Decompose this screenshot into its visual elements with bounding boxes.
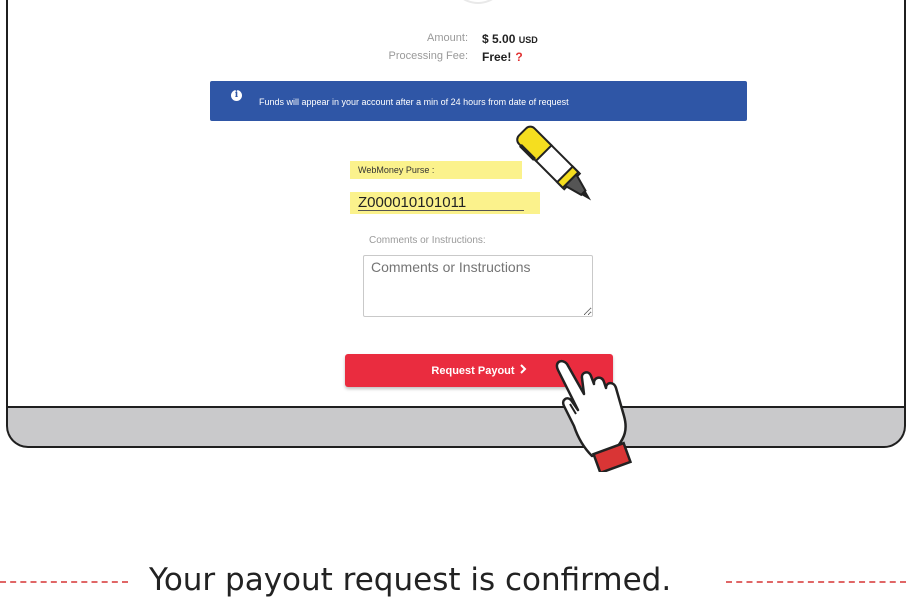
request-payout-label: Request Payout bbox=[431, 365, 515, 377]
comments-textarea[interactable] bbox=[363, 255, 593, 317]
webmoney-purse-value: Z000010101011 bbox=[358, 194, 467, 211]
amount-value: $ 5.00 USD bbox=[482, 32, 538, 46]
confirmation-caption: Your payout request is confirmed. bbox=[0, 560, 906, 600]
funds-notice-banner: i Funds will appear in your account afte… bbox=[210, 81, 747, 121]
currency-code: USD bbox=[518, 35, 538, 45]
fee-value: Free!? bbox=[482, 50, 523, 64]
confirmation-text: Your payout request is confirmed. bbox=[149, 562, 672, 598]
chevron-right-icon bbox=[519, 364, 527, 377]
funds-notice-text: Funds will appear in your account after … bbox=[259, 97, 569, 107]
field-underline bbox=[358, 210, 524, 211]
info-icon: i bbox=[231, 90, 242, 101]
fee-label: Processing Fee: bbox=[388, 50, 468, 62]
amount-label: Amount: bbox=[427, 32, 468, 44]
comments-label: Comments or Instructions: bbox=[369, 235, 486, 246]
caption-divider-left bbox=[0, 581, 128, 583]
caption-divider-right bbox=[726, 581, 906, 583]
fee-help-icon[interactable]: ? bbox=[515, 50, 522, 64]
laptop-frame: Amount: $ 5.00 USD Processing Fee: Free!… bbox=[6, 0, 906, 448]
loading-spinner bbox=[449, 0, 507, 4]
pointing-hand-icon bbox=[555, 359, 633, 472]
payout-screen: Amount: $ 5.00 USD Processing Fee: Free!… bbox=[8, 0, 904, 408]
highlighter-pen-icon bbox=[516, 125, 592, 201]
webmoney-purse-label: WebMoney Purse : bbox=[350, 161, 522, 179]
